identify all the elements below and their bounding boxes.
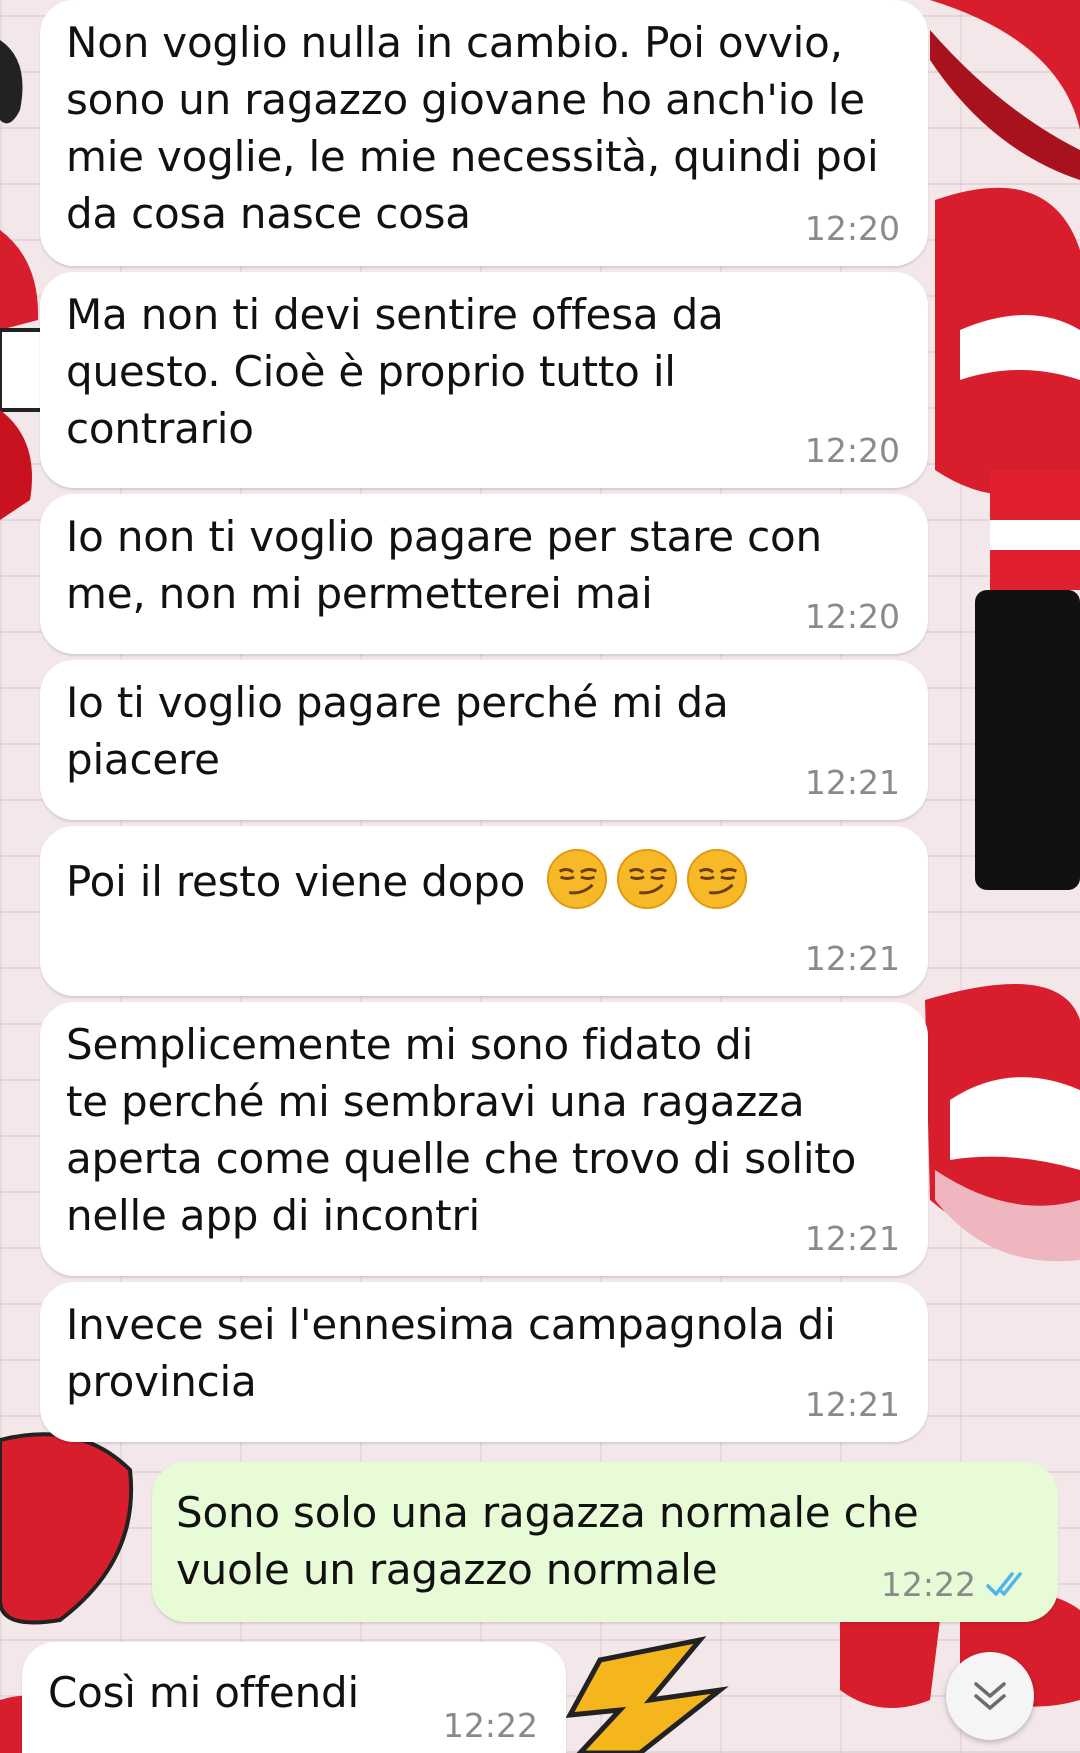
chevron-double-down-icon <box>974 1682 1006 1710</box>
message-meta: 12:20 <box>805 597 900 636</box>
message-text-with-emoji: Poi il resto viene dopo <box>66 848 898 910</box>
message-time: 12:20 <box>804 597 900 636</box>
message-incoming[interactable]: Così mi offendi 12:22 <box>22 1642 566 1753</box>
message-time: 12:20 <box>804 431 900 470</box>
message-meta: 12:22 <box>881 1565 1030 1604</box>
smirking-face-icon <box>547 848 608 910</box>
message-time: 12:22 <box>442 1706 538 1745</box>
message-meta: 12:21 <box>805 763 900 802</box>
message-incoming[interactable]: Poi il resto viene dopo 12:21 <box>40 826 928 996</box>
message-text: Non voglio nulla in cambio. Poi ovvio, s… <box>66 18 879 238</box>
message-time: 12:20 <box>804 209 900 248</box>
message-text: Io non ti voglio pagare per stare con me… <box>66 512 822 618</box>
message-text: Poi il resto viene dopo <box>66 857 526 906</box>
message-meta: 12:21 <box>805 1219 900 1258</box>
message-text: Semplicemente mi sono fidato di te perch… <box>66 1020 857 1240</box>
message-time: 12:21 <box>804 939 900 978</box>
message-list[interactable]: Non voglio nulla in cambio. Poi ovvio, s… <box>0 0 1080 1753</box>
message-time: 12:21 <box>804 1219 900 1258</box>
message-incoming[interactable]: Io non ti voglio pagare per stare con me… <box>40 494 928 654</box>
message-incoming[interactable]: Io ti voglio pagare perché mi da piacere… <box>40 660 928 820</box>
message-text: Io ti voglio pagare perché mi da piacere <box>66 678 729 784</box>
message-incoming[interactable]: Semplicemente mi sono fidato di te perch… <box>40 1002 928 1276</box>
message-meta: 12:22 <box>443 1706 538 1745</box>
message-meta: 12:20 <box>805 209 900 248</box>
message-time: 12:21 <box>804 1385 900 1424</box>
message-outgoing[interactable]: Sono solo una ragazza normale che vuole … <box>152 1462 1058 1622</box>
message-text: Invece sei l'ennesima campagnola di prov… <box>66 1300 836 1406</box>
scroll-to-bottom-button[interactable] <box>946 1652 1034 1740</box>
message-meta: 12:21 <box>805 939 900 978</box>
message-incoming[interactable]: Ma non ti devi sentire offesa da questo.… <box>40 272 928 488</box>
message-text: Ma non ti devi sentire offesa da questo.… <box>66 290 724 453</box>
smirking-face-icon <box>617 848 678 910</box>
message-incoming[interactable]: Non voglio nulla in cambio. Poi ovvio, s… <box>40 0 928 266</box>
message-time: 12:22 <box>880 1565 976 1604</box>
double-check-icon <box>986 1571 1022 1596</box>
message-meta: 12:21 <box>805 1385 900 1424</box>
smirking-face-icon <box>687 848 748 910</box>
message-time: 12:21 <box>804 763 900 802</box>
message-incoming[interactable]: Invece sei l'ennesima campagnola di prov… <box>40 1282 928 1442</box>
message-meta: 12:20 <box>805 431 900 470</box>
